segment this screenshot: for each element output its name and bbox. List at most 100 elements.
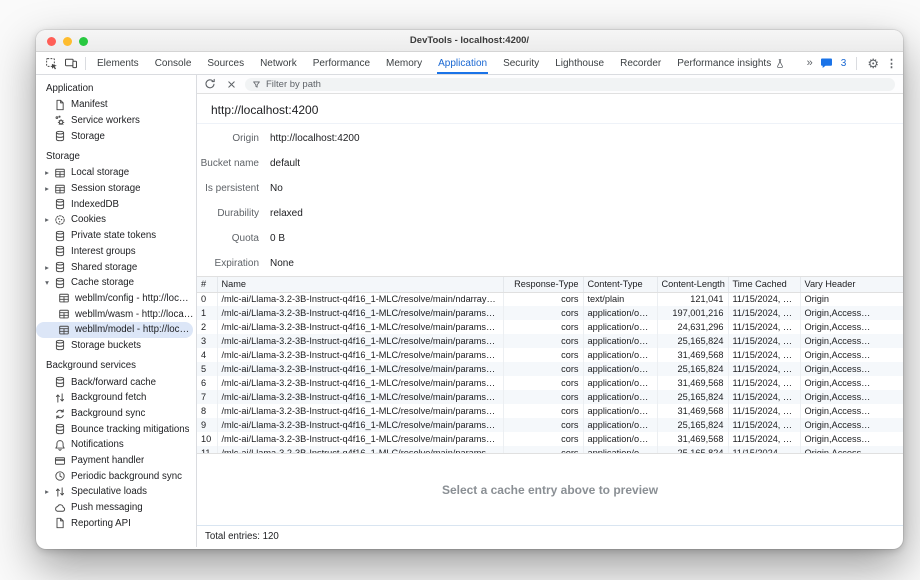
cache-entry-row[interactable]: 1/mlc-ai/Llama-3.2-3B-Instruct-q4f16_1-M…: [197, 306, 903, 320]
sidebar-item-periodic-background-sync[interactable]: Periodic background sync: [36, 468, 196, 484]
sidebar-item-shared-storage[interactable]: ▸Shared storage: [36, 259, 196, 275]
tab-performance-insights[interactable]: Performance insights: [669, 52, 793, 74]
column-header-content-type[interactable]: Content-Type: [583, 277, 657, 292]
minimize-window-button[interactable]: [63, 37, 72, 46]
cache-entry-row[interactable]: 2/mlc-ai/Llama-3.2-3B-Instruct-q4f16_1-M…: [197, 320, 903, 334]
sidebar-item-local-storage[interactable]: ▸ Local storage: [36, 165, 196, 181]
sidebar-item-webllm-model-http-loc[interactable]: webllm/model - http://loc…: [36, 322, 193, 338]
sidebar-item-push-messaging[interactable]: Push messaging: [36, 500, 196, 516]
sidebar-item-webllm-wasm-http-loca[interactable]: webllm/wasm - http://loca…: [36, 306, 196, 322]
tab-label: Lighthouse: [555, 58, 604, 69]
tab-recorder[interactable]: Recorder: [612, 52, 669, 74]
chevron-right-icon[interactable]: ▸: [41, 168, 53, 177]
sidebar-item-storage-buckets[interactable]: Storage buckets: [36, 338, 196, 354]
tab-elements[interactable]: Elements: [89, 52, 147, 74]
sidebar-item-service-workers[interactable]: Service workers: [36, 113, 196, 129]
cell: 31,469,568: [657, 404, 728, 418]
sidebar-item-bounce-tracking-mitigations[interactable]: Bounce tracking mitigations: [36, 421, 196, 437]
column-header-time-cached[interactable]: Time Cached: [728, 277, 800, 292]
tab-lighthouse[interactable]: Lighthouse: [547, 52, 612, 74]
table-icon: [57, 308, 71, 321]
delete-selected-icon[interactable]: [224, 77, 238, 91]
chevron-down-icon[interactable]: ▾: [41, 278, 53, 287]
cache-entry-row[interactable]: 8/mlc-ai/Llama-3.2-3B-Instruct-q4f16_1-M…: [197, 404, 903, 418]
cache-entry-row[interactable]: 4/mlc-ai/Llama-3.2-3B-Instruct-q4f16_1-M…: [197, 348, 903, 362]
cell: Origin,Access…: [800, 404, 903, 418]
tab-label: Performance: [313, 58, 370, 69]
meta-row-expiration: ExpirationNone: [197, 251, 903, 276]
cache-entry-row[interactable]: 10/mlc-ai/Llama-3.2-3B-Instruct-q4f16_1-…: [197, 432, 903, 446]
sidebar-item-private-state-tokens[interactable]: Private state tokens: [36, 228, 196, 244]
flask-icon: [775, 58, 785, 69]
database-icon: [53, 229, 67, 242]
tab-application[interactable]: Application: [430, 52, 495, 74]
cell: 31,469,568: [657, 432, 728, 446]
cache-entry-row[interactable]: 0/mlc-ai/Llama-3.2-3B-Instruct-q4f16_1-M…: [197, 292, 903, 306]
chevron-right-icon[interactable]: ▸: [41, 487, 53, 496]
cache-entry-row[interactable]: 5/mlc-ai/Llama-3.2-3B-Instruct-q4f16_1-M…: [197, 362, 903, 376]
sidebar-item-back-forward-cache[interactable]: Back/forward cache: [36, 374, 196, 390]
tab-sources[interactable]: Sources: [199, 52, 252, 74]
sidebar-item-manifest[interactable]: Manifest: [36, 97, 196, 113]
cell: text/plain: [583, 292, 657, 306]
sidebar-item-label: Local storage: [71, 167, 129, 178]
filter-field[interactable]: [245, 78, 895, 91]
column-header--[interactable]: #: [197, 277, 217, 292]
kebab-menu-icon[interactable]: ⋮: [886, 57, 897, 70]
cache-entry-row[interactable]: 11/mlc-ai/Llama-3.2-3B-Instruct-q4f16_1-…: [197, 446, 903, 454]
cell: application/oc…: [583, 390, 657, 404]
tab-memory[interactable]: Memory: [378, 52, 430, 74]
cell: 5: [197, 362, 217, 376]
up-down-arrows-icon: [53, 391, 67, 404]
tab-network[interactable]: Network: [252, 52, 305, 74]
cache-entry-row[interactable]: 6/mlc-ai/Llama-3.2-3B-Instruct-q4f16_1-M…: [197, 376, 903, 390]
inspect-icon[interactable]: [44, 56, 58, 70]
cache-entry-row[interactable]: 9/mlc-ai/Llama-3.2-3B-Instruct-q4f16_1-M…: [197, 418, 903, 432]
cookie-icon: [53, 213, 67, 226]
column-header-content-length[interactable]: Content-Length: [657, 277, 728, 292]
chevron-right-icon[interactable]: ▸: [41, 263, 53, 272]
sidebar-item-cache-storage[interactable]: ▾Cache storage: [36, 275, 196, 291]
sidebar-item-session-storage[interactable]: ▸Session storage: [36, 181, 196, 197]
sidebar-item-storage[interactable]: Storage: [36, 128, 196, 144]
refresh-icon[interactable]: [203, 77, 217, 91]
cell: 3: [197, 334, 217, 348]
chevron-right-icon[interactable]: ▸: [41, 184, 53, 193]
zoom-window-button[interactable]: [79, 37, 88, 46]
sidebar-item-cookies[interactable]: ▸Cookies: [36, 212, 196, 228]
cache-entry-row[interactable]: 7/mlc-ai/Llama-3.2-3B-Instruct-q4f16_1-M…: [197, 390, 903, 404]
sidebar-item-payment-handler[interactable]: Payment handler: [36, 453, 196, 469]
sidebar-item-notifications[interactable]: Notifications: [36, 437, 196, 453]
tab-security[interactable]: Security: [495, 52, 547, 74]
origin-title: http://localhost:4200: [197, 94, 903, 124]
cache-entry-row[interactable]: 3/mlc-ai/Llama-3.2-3B-Instruct-q4f16_1-M…: [197, 334, 903, 348]
device-toolbar-icon[interactable]: [64, 56, 78, 70]
tab-console[interactable]: Console: [147, 52, 200, 74]
column-header-vary-header[interactable]: Vary Header: [800, 277, 903, 292]
sidebar-item-reporting-api[interactable]: Reporting API: [36, 516, 196, 532]
issues-chat-icon[interactable]: [820, 56, 834, 70]
cell: cors: [503, 348, 583, 362]
tab-label: Network: [260, 58, 297, 69]
close-window-button[interactable]: [47, 37, 56, 46]
settings-gear-icon[interactable]: ⚙: [867, 57, 879, 70]
sidebar-item-webllm-config-http-loc[interactable]: webllm/config - http://loc…: [36, 291, 196, 307]
cell: /mlc-ai/Llama-3.2-3B-Instruct-q4f16_1-ML…: [217, 320, 503, 334]
database-icon: [53, 245, 67, 258]
more-tabs-icon[interactable]: »: [807, 57, 813, 69]
window-title: DevTools - localhost:4200/: [410, 35, 529, 46]
column-header-response-type[interactable]: Response-Type: [503, 277, 583, 292]
tab-performance[interactable]: Performance: [305, 52, 378, 74]
filter-by-path-input[interactable]: [266, 79, 888, 90]
issues-count-badge[interactable]: 3: [841, 58, 847, 69]
sidebar-item-speculative-loads[interactable]: ▸Speculative loads: [36, 484, 196, 500]
sidebar-item-indexeddb[interactable]: IndexedDB: [36, 196, 196, 212]
meta-label: Quota: [197, 233, 259, 244]
cell: /mlc-ai/Llama-3.2-3B-Instruct-q4f16_1-ML…: [217, 404, 503, 418]
sidebar-item-interest-groups[interactable]: Interest groups: [36, 244, 196, 260]
cell: 10: [197, 432, 217, 446]
column-header-name[interactable]: Name: [217, 277, 503, 292]
chevron-right-icon[interactable]: ▸: [41, 215, 53, 224]
sidebar-item-background-fetch[interactable]: Background fetch: [36, 390, 196, 406]
sidebar-item-background-sync[interactable]: Background sync: [36, 406, 196, 422]
